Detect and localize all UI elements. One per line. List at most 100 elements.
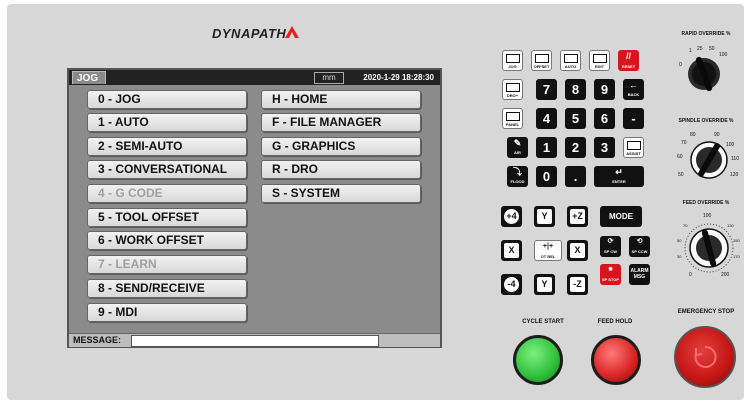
jog-y-minus-key[interactable]: Y [534, 274, 555, 295]
menu-auto[interactable]: 1 - AUTO [87, 113, 247, 132]
menu-home[interactable]: H - HOME [261, 90, 421, 109]
feed-override-title: FEED OVERRIDE % [682, 200, 730, 206]
air-icon: ✎ [513, 138, 522, 148]
message-bar: MESSAGE: [69, 333, 440, 347]
jog-z-plus-key[interactable]: +Z [567, 206, 588, 227]
rapid-override-knob[interactable]: 1 25 50 100 0 [676, 44, 736, 100]
rapid-scale-100: 100 [719, 52, 728, 58]
spindle-override-title: SPINDLE OVERRIDE % [678, 118, 734, 124]
feed-scale-0: 0 [689, 272, 692, 278]
spindle-cw-icon: ⟳ [607, 238, 614, 245]
menu-file-manager[interactable]: F - FILE MANAGER [261, 113, 421, 132]
menu-conversational[interactable]: 3 - CONVERSATIONAL [87, 160, 247, 179]
key-9[interactable]: 9 [594, 79, 615, 100]
key-3[interactable]: 3 [594, 137, 615, 158]
screen-title-bar: JOG mm 2020-1-29 18:28:30 [69, 70, 440, 85]
jog-x-minus-key[interactable]: X [501, 240, 522, 261]
key-0[interactable]: 0 [536, 166, 557, 187]
assist-icon [626, 141, 641, 150]
menu-send-receive[interactable]: 8 - SEND/RECEIVE [87, 279, 247, 298]
jog-minus4-key[interactable]: -4 [501, 274, 522, 295]
jog-y-plus-key[interactable]: Y [534, 206, 555, 227]
spindle-scale-90: 90 [714, 132, 720, 138]
spindle-ccw-icon: ⟲ [636, 238, 643, 245]
cycle-start-button[interactable] [513, 335, 563, 385]
key-dot[interactable]: . [565, 166, 586, 187]
jog-x-plus-key[interactable]: X [567, 240, 588, 261]
spindle-scale-110: 110 [731, 156, 739, 162]
menu-mdi[interactable]: 9 - MDI [87, 303, 247, 322]
menu-tool-offset[interactable]: 5 - TOOL OFFSET [87, 208, 247, 227]
feed-scale-170: 170 [733, 254, 740, 259]
offset-key[interactable]: OFFSET [531, 50, 552, 71]
key-6[interactable]: 6 [594, 108, 615, 129]
key-5[interactable]: 5 [565, 108, 586, 129]
flood-key[interactable]: ⤵ FLOOD [507, 166, 528, 187]
feed-hold-button[interactable] [591, 335, 641, 385]
reset-key[interactable]: //RESET [618, 50, 639, 71]
menu-dro[interactable]: R - DRO [261, 160, 421, 179]
feed-scale-200: 200 [721, 272, 730, 278]
emergency-stop-label: EMERGENCY STOP [677, 309, 735, 315]
dynapath-logo-icon [285, 26, 299, 38]
sp-cw-key[interactable]: ⟳ SP CW [600, 236, 621, 257]
spindle-override-knob[interactable]: 80 90 70 100 60 110 50 120 [676, 128, 742, 186]
emergency-stop-button[interactable] [674, 326, 736, 388]
minus-key[interactable]: - [623, 108, 644, 129]
menu-learn: 7 - LEARN [87, 255, 247, 274]
spindle-scale-60: 60 [677, 154, 683, 160]
enter-icon: ↵ [615, 167, 623, 177]
unit-indicator: mm [314, 72, 344, 84]
back-key[interactable]: ← BACK [623, 79, 644, 100]
auto-key[interactable]: AUTO [560, 50, 581, 71]
auto-icon [563, 54, 578, 63]
spindle-stop-icon: ■ [608, 266, 613, 273]
emergency-stop-icon [694, 345, 717, 368]
feed-scale-70: 70 [683, 223, 688, 228]
menu-jog[interactable]: 0 - JOG [87, 90, 247, 109]
control-panel: DYNAPATH JOG mm 2020-1-29 18:28:30 0 - J… [7, 4, 744, 400]
sp-ccw-key[interactable]: ⟲ SP CCW [629, 236, 650, 257]
feed-scale-130: 130 [727, 223, 734, 228]
jog-key[interactable]: JOG [502, 50, 523, 71]
panel-key[interactable]: PANEL [502, 108, 523, 129]
assist-key[interactable]: ASSIST [623, 137, 644, 158]
edit-key[interactable]: EDIT [589, 50, 610, 71]
key-4[interactable]: 4 [536, 108, 557, 129]
rapid-scale-50: 50 [709, 46, 715, 52]
dro-key[interactable]: DRO+ [502, 79, 523, 100]
mode-key[interactable]: MODE [600, 206, 642, 227]
menu-semi-auto[interactable]: 2 - SEMI-AUTO [87, 137, 247, 156]
cnc-screen: JOG mm 2020-1-29 18:28:30 0 - JOG 1 - AU… [67, 68, 442, 348]
jog-plus4-key[interactable]: +4 [501, 206, 522, 227]
key-2[interactable]: 2 [565, 137, 586, 158]
mode-tab[interactable]: JOG [72, 71, 106, 84]
flood-icon: ⤵ [512, 167, 522, 177]
ot-rel-icon: +|+ [542, 243, 554, 250]
key-7[interactable]: 7 [536, 79, 557, 100]
spindle-scale-70: 70 [681, 140, 687, 146]
key-8[interactable]: 8 [565, 79, 586, 100]
sp-stop-key[interactable]: ■ SP STOP [600, 264, 621, 285]
menu-work-offset[interactable]: 6 - WORK OFFSET [87, 231, 247, 250]
jog-icon [505, 54, 520, 63]
air-key[interactable]: ✎ AIR [507, 137, 528, 158]
offset-icon [534, 54, 549, 63]
rapid-override-title: RAPID OVERRIDE % [681, 31, 731, 37]
jog-z-minus-key[interactable]: -Z [567, 274, 588, 295]
menu-g-code: 4 - G CODE [87, 184, 247, 203]
enter-key[interactable]: ↵ ENTER [594, 166, 644, 187]
feed-scale-50: 50 [677, 238, 682, 243]
back-arrow-icon: ← [629, 80, 638, 90]
rapid-scale-25: 25 [697, 46, 703, 52]
menu-graphics[interactable]: G - GRAPHICS [261, 137, 421, 156]
datetime-display: 2020-1-29 18:28:30 [363, 73, 434, 82]
reset-icon: // [625, 51, 631, 61]
key-1[interactable]: 1 [536, 137, 557, 158]
alarm-msg-key[interactable]: ALARM MSG [629, 264, 650, 285]
menu-system[interactable]: S - SYSTEM [261, 184, 421, 203]
ot-rel-key[interactable]: +|+ OT REL [534, 240, 562, 261]
feed-scale-100: 100 [703, 213, 712, 219]
edit-icon [592, 54, 607, 63]
feed-override-knob[interactable]: 100 70 130 50 150 30 170 0 200 [673, 210, 745, 282]
